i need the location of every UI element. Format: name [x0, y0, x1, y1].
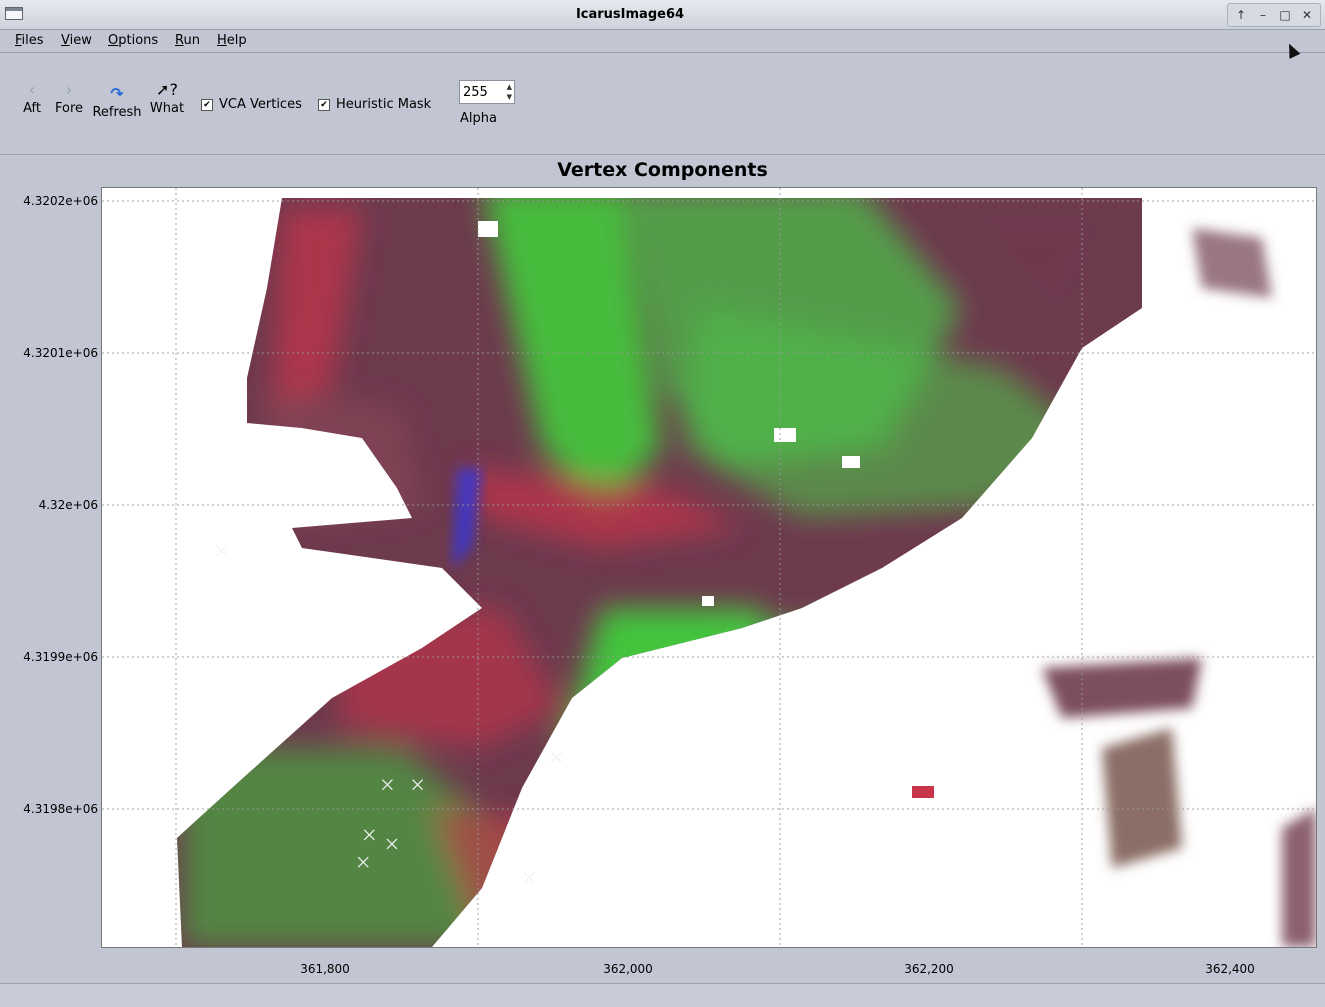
heuristic-mask-label: Heuristic Mask [336, 97, 432, 112]
y-tick-label: 4.32e+06 [38, 498, 98, 512]
fore-label: Fore [54, 101, 84, 116]
aft-label: Aft [23, 101, 41, 116]
image-plot-canvas[interactable] [101, 187, 1317, 948]
vertex-marker [551, 751, 562, 763]
x-tick-label: 361,800 [300, 962, 350, 976]
shade-window-icon[interactable]: ↑ [1232, 4, 1250, 26]
aft-button[interactable]: ‹ Aft [21, 79, 43, 116]
what-label: What [149, 101, 185, 116]
title-bar: IcarusImage64 ↑ – □ ✕ [0, 0, 1325, 30]
x-tick-label: 362,400 [1205, 962, 1255, 976]
x-tick-label: 362,000 [603, 962, 653, 976]
what-button[interactable]: ➚? What [149, 79, 185, 116]
window-controls: ↑ – □ ✕ [1227, 3, 1321, 27]
menu-bar: Files View Options Run Help [0, 30, 1325, 53]
chevron-left-icon: ‹ [28, 80, 36, 99]
alpha-label: Alpha [460, 111, 497, 126]
maximize-window-icon[interactable]: □ [1276, 4, 1294, 26]
chevron-right-icon: › [65, 80, 73, 99]
refresh-label: Refresh [92, 105, 142, 120]
window-title: IcarusImage64 [575, 7, 685, 22]
alpha-value: 255 [463, 85, 488, 100]
status-bar [0, 983, 1325, 1007]
minimize-window-icon[interactable]: – [1254, 4, 1272, 26]
vca-vertices-checkbox[interactable]: ✔ VCA Vertices [201, 97, 302, 112]
spin-arrows-icon[interactable]: ▲ ▼ [507, 82, 512, 102]
plot-title: Vertex Components [557, 159, 768, 181]
close-window-icon[interactable]: ✕ [1298, 4, 1316, 26]
vertex-marker [523, 871, 535, 883]
vertex-component-image [102, 188, 1316, 947]
vertex-marker [215, 545, 227, 557]
y-tick-label: 4.3202e+06 [23, 194, 98, 208]
y-tick-label: 4.3201e+06 [23, 346, 98, 360]
menu-help[interactable]: Help [217, 33, 247, 48]
toolbar: ‹ Aft › Fore ↷ Refresh ➚? What ✔ VCA Ver… [0, 53, 1325, 155]
refresh-button[interactable]: ↷ Refresh [92, 83, 142, 120]
whats-this-icon: ➚? [156, 80, 178, 99]
refresh-arrow-icon: ↷ [110, 84, 124, 103]
menu-view[interactable]: View [61, 33, 92, 48]
x-tick-label: 362,200 [904, 962, 954, 976]
menu-files[interactable]: Files [15, 33, 44, 48]
checkmark-icon: ✔ [201, 98, 213, 111]
alpha-spinbox[interactable]: 255 ▲ ▼ [459, 80, 515, 104]
menu-run[interactable]: Run [175, 33, 200, 48]
heuristic-mask-checkbox[interactable]: ✔ Heuristic Mask [318, 97, 431, 112]
menu-options[interactable]: Options [108, 33, 158, 48]
y-tick-label: 4.3198e+06 [23, 802, 98, 816]
vca-vertices-label: VCA Vertices [219, 97, 302, 112]
checkmark-icon: ✔ [318, 98, 330, 111]
fore-button[interactable]: › Fore [53, 79, 85, 116]
y-tick-label: 4.3199e+06 [23, 650, 98, 664]
